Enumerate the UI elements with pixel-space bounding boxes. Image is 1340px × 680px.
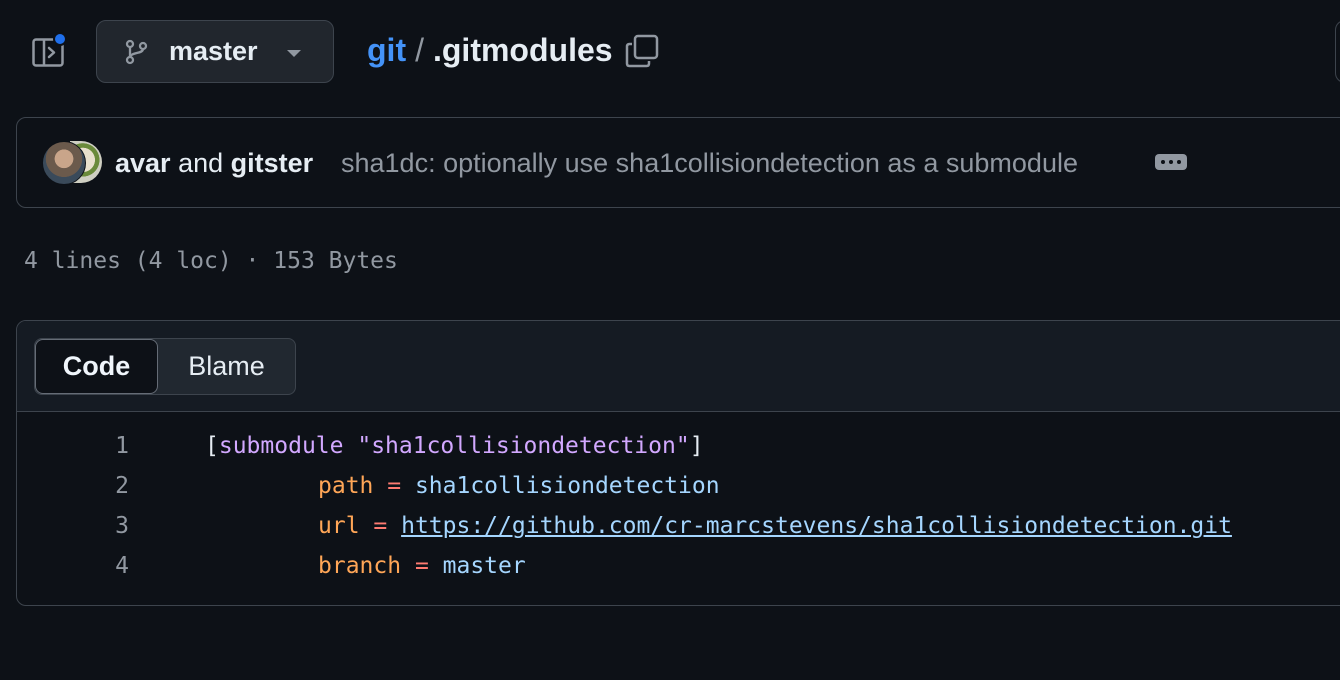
equals-operator: = [401,553,443,579]
code-view-header: Code Blame [17,321,1340,412]
tab-code[interactable]: Code [35,339,158,394]
bracket-close: ] [689,433,704,459]
url-link[interactable]: https://github.com/cr-marcstevens/sha1co… [401,513,1232,539]
code-lines: 1 [submodule "sha1collisiondetection"] 2… [17,428,1340,588]
config-value: master [442,553,526,579]
kebab-horizontal-icon[interactable] [1155,154,1187,170]
git-branch-icon [125,39,148,64]
line-number[interactable]: 4 [57,553,129,579]
view-mode-segmented-control: Code Blame [34,338,296,395]
author-link-gitster[interactable]: gitster [231,148,314,178]
code-line: 1 [submodule "sha1collisiondetection"] [17,428,1340,468]
ellipsis-dot [1169,160,1173,164]
line-content: path = sha1collisiondetection [318,473,720,499]
breadcrumb-separator: / [415,32,424,68]
sidebar-toggle-button[interactable] [32,32,67,68]
line-content: [submodule "sha1collisiondetection"] [205,433,704,459]
breadcrumb: git / .gitmodules [367,32,659,69]
config-key: path [318,473,374,499]
section-name: "sha1collisiondetection" [357,433,690,459]
code-line: 4 branch = master [17,548,1340,588]
latest-commit-box: avar and gitster sha1dc: optionally use … [16,117,1340,208]
copy-icon[interactable] [625,34,659,68]
author-link-avar[interactable]: avar [115,148,171,178]
file-info: 4 lines (4 loc) · 153 Bytes [24,248,398,274]
ellipsis-dot [1177,160,1181,164]
more-options-button[interactable] [1335,20,1340,83]
commit-authors: avar and gitster [115,148,313,179]
line-number[interactable]: 1 [57,433,129,459]
branch-name: master [169,36,258,66]
branch-selector-button[interactable]: master [96,20,334,83]
notification-dot [53,32,67,46]
line-content: url = https://github.com/cr-marcstevens/… [318,513,1232,539]
breadcrumb-repo-link[interactable]: git [367,32,406,69]
equals-operator: = [373,473,415,499]
avatar-avar[interactable] [42,141,86,185]
bracket-open: [ [205,433,219,459]
config-key: branch [318,553,402,579]
code-line: 3 url = https://github.com/cr-marcsteven… [17,508,1340,548]
line-number[interactable]: 2 [57,473,129,499]
author-conjunction: and [178,148,224,178]
section-keyword: submodule [218,433,344,459]
chevron-down-icon [287,50,301,57]
code-line: 2 path = sha1collisiondetection [17,468,1340,508]
ellipsis-dot [1161,160,1165,164]
tab-blame[interactable]: Blame [158,339,295,394]
breadcrumb-file-name: .gitmodules [432,32,613,68]
commit-message-link[interactable]: sha1dc: optionally use sha1collisiondete… [341,148,1078,179]
config-value: sha1collisiondetection [414,473,720,499]
equals-operator: = [359,513,402,539]
line-content: branch = master [318,553,526,579]
code-view: Code Blame 1 [submodule "sha1collisionde… [16,320,1340,606]
line-number[interactable]: 3 [57,513,129,539]
config-key: url [318,513,360,539]
